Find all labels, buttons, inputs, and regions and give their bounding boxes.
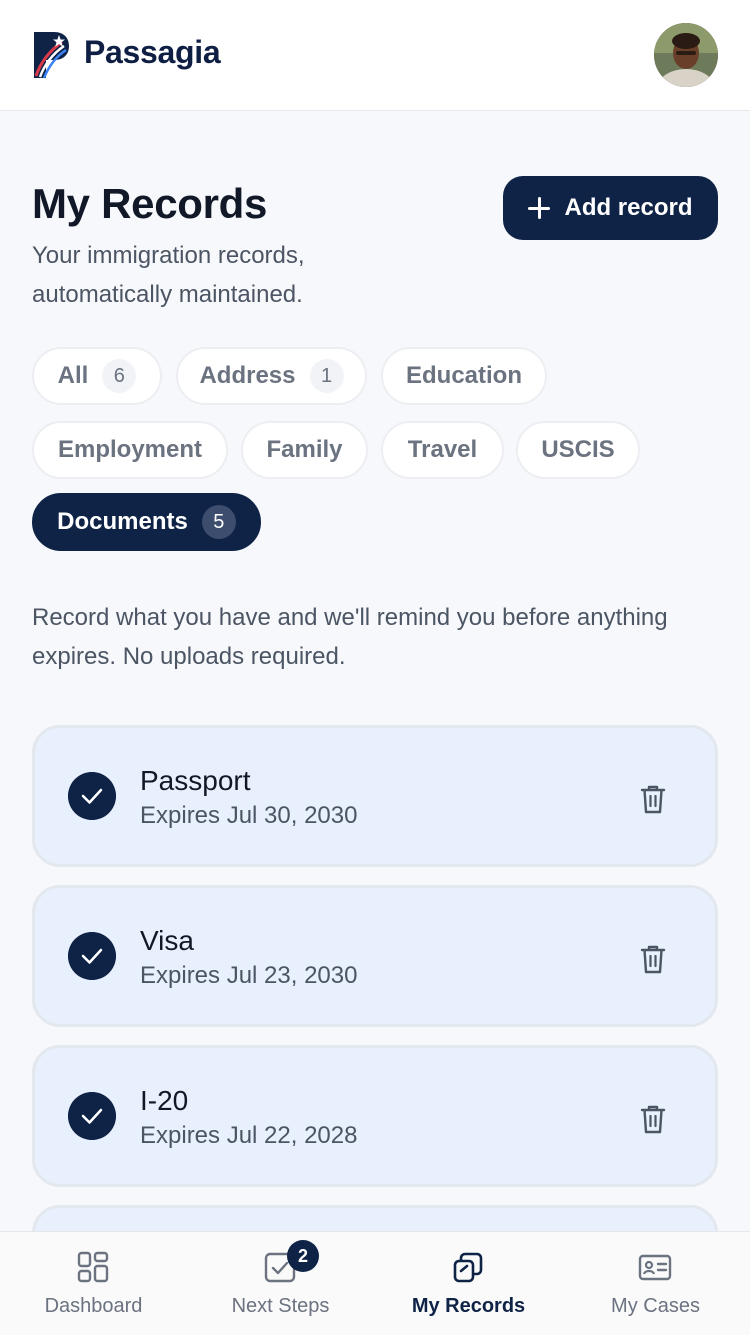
filter-chip-label: Education [405,362,522,389]
filter-chip-label: USCIS [541,436,615,463]
record-name: I-20 [140,1085,189,1116]
add-record-label: Add record [564,194,693,221]
filter-chip-count: 5 [201,505,236,539]
dashboard-icon [77,1251,109,1283]
filter-chip-label: Travel [407,436,478,463]
page-subtitle: Your immigration records, automatically … [32,242,305,308]
passagia-logo-icon[interactable] [32,30,70,80]
bottom-nav: Dashboard 2 Next Steps My Records My Cas… [0,1231,750,1335]
nav-label: Next Steps [231,1295,330,1317]
filter-chip-address[interactable]: Address 1 [176,347,367,405]
nav-dashboard[interactable]: Dashboard [0,1232,187,1335]
filter-chip-education[interactable]: Education [381,347,547,405]
record-expiry: Expires Jul 23, 2030 [140,962,358,989]
trash-icon[interactable] [635,781,671,817]
filter-chip-family[interactable]: Family [241,421,368,479]
user-avatar[interactable] [654,23,718,87]
brand-name: Passagia [84,34,221,70]
add-record-button[interactable]: Add record [503,176,718,240]
page-title: My Records [32,180,268,227]
filter-chip-label: Family [266,436,343,463]
nav-my-cases[interactable]: My Cases [562,1232,749,1335]
check-circle-icon [68,1092,116,1140]
nav-label: Dashboard [44,1295,143,1317]
filter-chip-travel[interactable]: Travel [381,421,504,479]
record-name: Passport [140,765,251,796]
filter-chip-employment[interactable]: Employment [32,421,228,479]
nav-label: My Records [411,1295,526,1317]
filter-chip-count: 1 [309,359,344,393]
records-icon [453,1252,483,1283]
filter-chip-all[interactable]: All 6 [32,347,162,405]
filter-chip-count: 6 [102,359,137,393]
filter-chip-label: Employment [57,436,203,463]
filter-chip-documents[interactable]: Documents 5 [32,493,261,551]
nav-label: My Cases [611,1295,700,1317]
record-card[interactable]: Passport Expires Jul 30, 2030 [32,725,718,867]
filter-chip-uscis[interactable]: USCIS [516,421,640,479]
plus-icon [528,197,551,219]
record-card[interactable]: I-20 Expires Jul 22, 2028 [32,1045,718,1187]
info-text: Record what you have and we'll remind yo… [32,604,668,670]
id-card-icon [638,1254,672,1281]
filter-chip-label: All [57,362,89,389]
check-circle-icon [68,772,116,820]
nav-next-steps[interactable]: 2 Next Steps [187,1232,374,1335]
nav-my-records[interactable]: My Records [375,1232,562,1335]
record-name: Visa [140,925,194,956]
filter-chip-label: Documents [57,508,188,535]
top-bar: Passagia [0,0,750,111]
trash-icon[interactable] [635,1101,671,1137]
record-card[interactable]: Visa Expires Jul 23, 2030 [32,885,718,1027]
trash-icon[interactable] [635,941,671,977]
record-expiry: Expires Jul 22, 2028 [140,1122,358,1149]
filter-chip-label: Address [199,362,296,389]
record-expiry: Expires Jul 30, 2030 [140,802,358,829]
notification-badge: 2 [287,1240,319,1272]
check-circle-icon [68,932,116,980]
